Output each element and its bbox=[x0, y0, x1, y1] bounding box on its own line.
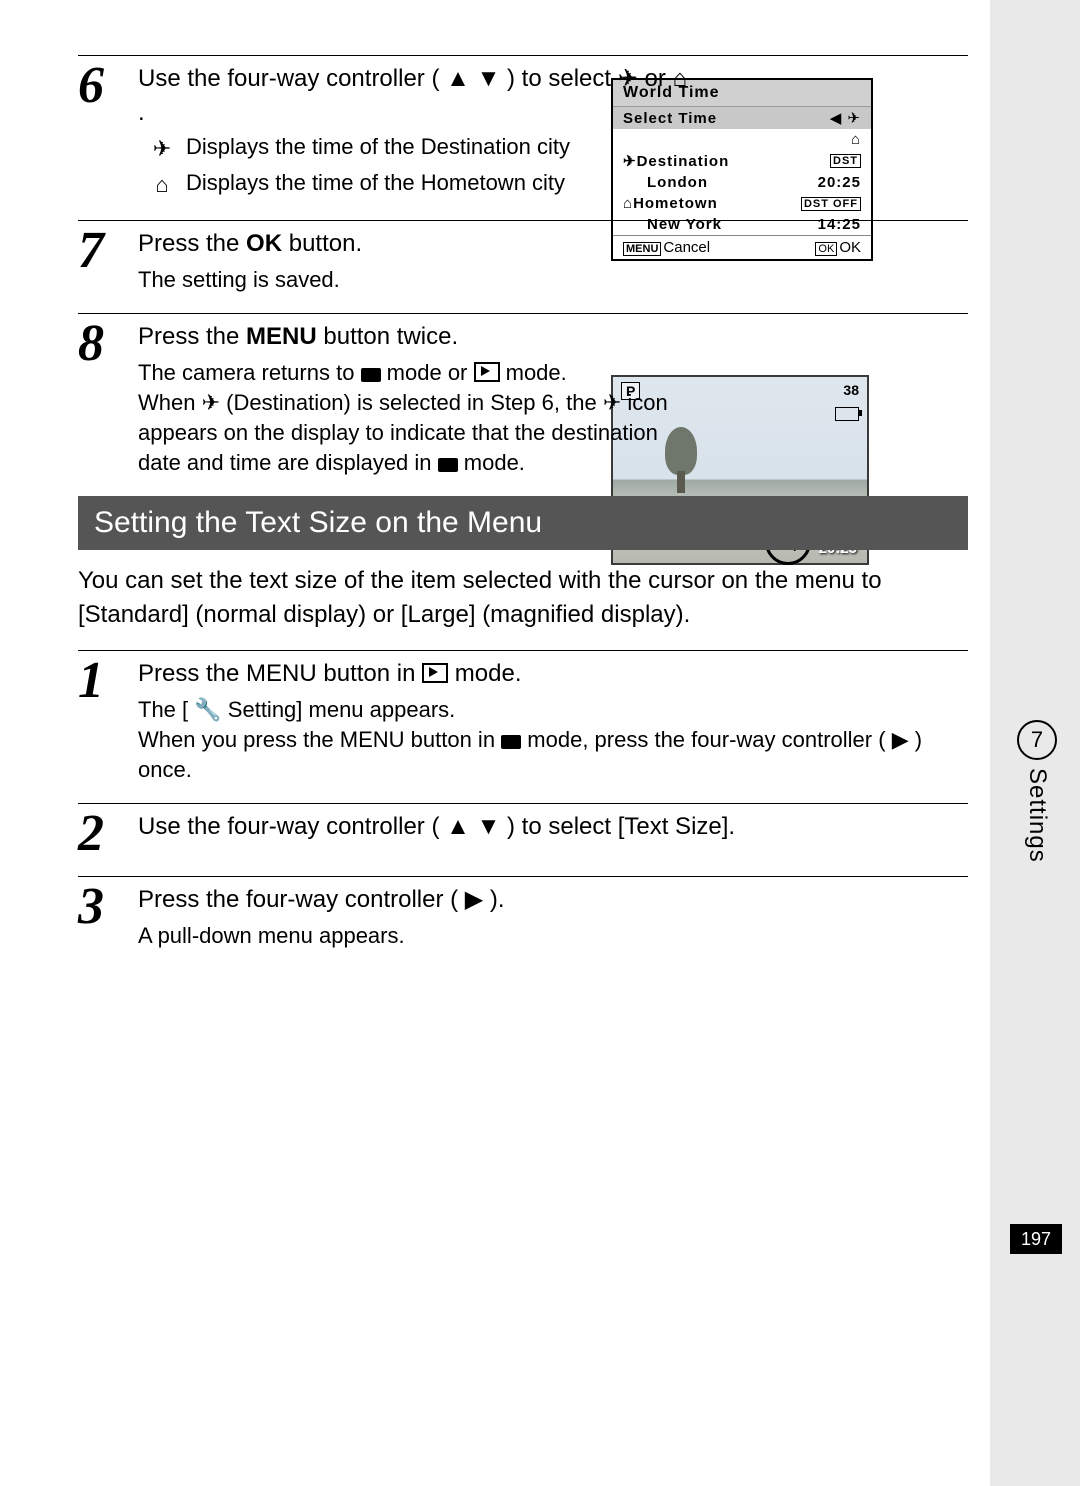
text: mode or bbox=[387, 360, 474, 385]
step-body: Use the four-way controller ( ▲ ▼ ) to s… bbox=[138, 62, 968, 202]
step-8: 8 Press the MENU button twice. The camer… bbox=[78, 313, 968, 478]
text: ). bbox=[490, 886, 505, 913]
text: mode, press the four-way controller ( bbox=[527, 727, 885, 752]
text: mode. bbox=[506, 360, 567, 385]
right-icon: ▶ bbox=[465, 886, 483, 913]
text: The setting is saved. bbox=[138, 265, 968, 295]
step-number: 1 bbox=[78, 657, 138, 785]
step-number: 7 bbox=[78, 227, 138, 295]
plane-icon: ✈ bbox=[603, 390, 621, 415]
step-number: 3 bbox=[78, 883, 138, 951]
main-content: 6 Use the four-way controller ( ▲ ▼ ) to… bbox=[78, 55, 968, 969]
wrench-icon: 🔧 bbox=[194, 697, 221, 722]
text: The camera returns to bbox=[138, 360, 361, 385]
step-body: Press the MENU button twice. The camera … bbox=[138, 320, 968, 478]
sub-text: The [ 🔧 Setting] menu appears. When you … bbox=[138, 695, 968, 785]
page: 7 Settings 197 World Time Select Time ◀ … bbox=[0, 0, 1080, 1486]
text: When bbox=[138, 390, 202, 415]
sidebar-tab: 7 Settings bbox=[1012, 720, 1062, 863]
page-number: 197 bbox=[1010, 1224, 1062, 1254]
sublist-item: ⌂ Displays the time of the Hometown city bbox=[138, 168, 688, 202]
text: Press the MENU button in bbox=[138, 660, 422, 687]
step-body: Press the OK button. The setting is save… bbox=[138, 227, 968, 295]
plane-icon: ✈ bbox=[618, 65, 638, 92]
step-number: 6 bbox=[78, 62, 138, 202]
step-body: Press the four-way controller ( ▶ ). A p… bbox=[138, 883, 968, 951]
text: Use the four-way controller ( bbox=[138, 813, 439, 840]
text: Displays the time of the Hometown city bbox=[186, 168, 688, 202]
text: Setting] menu appears. bbox=[228, 697, 455, 722]
text: ) to select bbox=[507, 65, 618, 92]
text: The [ bbox=[138, 697, 188, 722]
text: mode. bbox=[455, 660, 522, 687]
playback-icon bbox=[474, 362, 500, 382]
step-6: 6 Use the four-way controller ( ▲ ▼ ) to… bbox=[78, 55, 968, 202]
text: Displays the time of the Destination cit… bbox=[186, 132, 688, 166]
plane-icon: ✈ bbox=[202, 390, 220, 415]
text: Use the four-way controller ( bbox=[138, 65, 439, 92]
up-icon: ▲ bbox=[446, 813, 470, 840]
sub-text: The camera returns to mode or mode. When… bbox=[138, 358, 688, 478]
text: (Destination) is selected in Step 6, the bbox=[226, 390, 603, 415]
step-b1: 1 Press the MENU button in mode. The [ 🔧… bbox=[78, 650, 968, 785]
down-icon: ▼ bbox=[477, 813, 501, 840]
house-icon: ⌂ bbox=[138, 168, 186, 202]
plane-icon: ✈ bbox=[138, 132, 186, 166]
text: . bbox=[138, 99, 145, 126]
step-body: Use the four-way controller ( ▲ ▼ ) to s… bbox=[138, 810, 968, 858]
sublist-item: ✈ Displays the time of the Destination c… bbox=[138, 132, 688, 166]
section-header: Setting the Text Size on the Menu bbox=[78, 496, 968, 550]
house-icon: ⌂ bbox=[673, 65, 688, 92]
section-number: 7 bbox=[1017, 720, 1057, 760]
camera-icon bbox=[438, 448, 458, 478]
step-number: 8 bbox=[78, 320, 138, 478]
camera-icon bbox=[361, 358, 381, 388]
right-icon: ▶ bbox=[892, 727, 909, 752]
down-icon: ▼ bbox=[477, 65, 501, 92]
section-intro: You can set the text size of the item se… bbox=[78, 564, 968, 632]
step-number: 2 bbox=[78, 810, 138, 858]
up-icon: ▲ bbox=[446, 65, 470, 92]
text: Press the four-way controller ( bbox=[138, 886, 458, 913]
text: mode. bbox=[464, 450, 525, 475]
playback-icon bbox=[422, 663, 448, 683]
text: When you press the MENU button in bbox=[138, 727, 501, 752]
section-label: Settings bbox=[1023, 768, 1051, 863]
text: ) to select [Text Size]. bbox=[507, 813, 735, 840]
step-b2: 2 Use the four-way controller ( ▲ ▼ ) to… bbox=[78, 803, 968, 858]
step-7: 7 Press the OK button. The setting is sa… bbox=[78, 220, 968, 295]
step-b3: 3 Press the four-way controller ( ▶ ). A… bbox=[78, 876, 968, 951]
camera-icon bbox=[501, 725, 521, 755]
step-body: Press the MENU button in mode. The [ 🔧 S… bbox=[138, 657, 968, 785]
text: A pull-down menu appears. bbox=[138, 921, 968, 951]
